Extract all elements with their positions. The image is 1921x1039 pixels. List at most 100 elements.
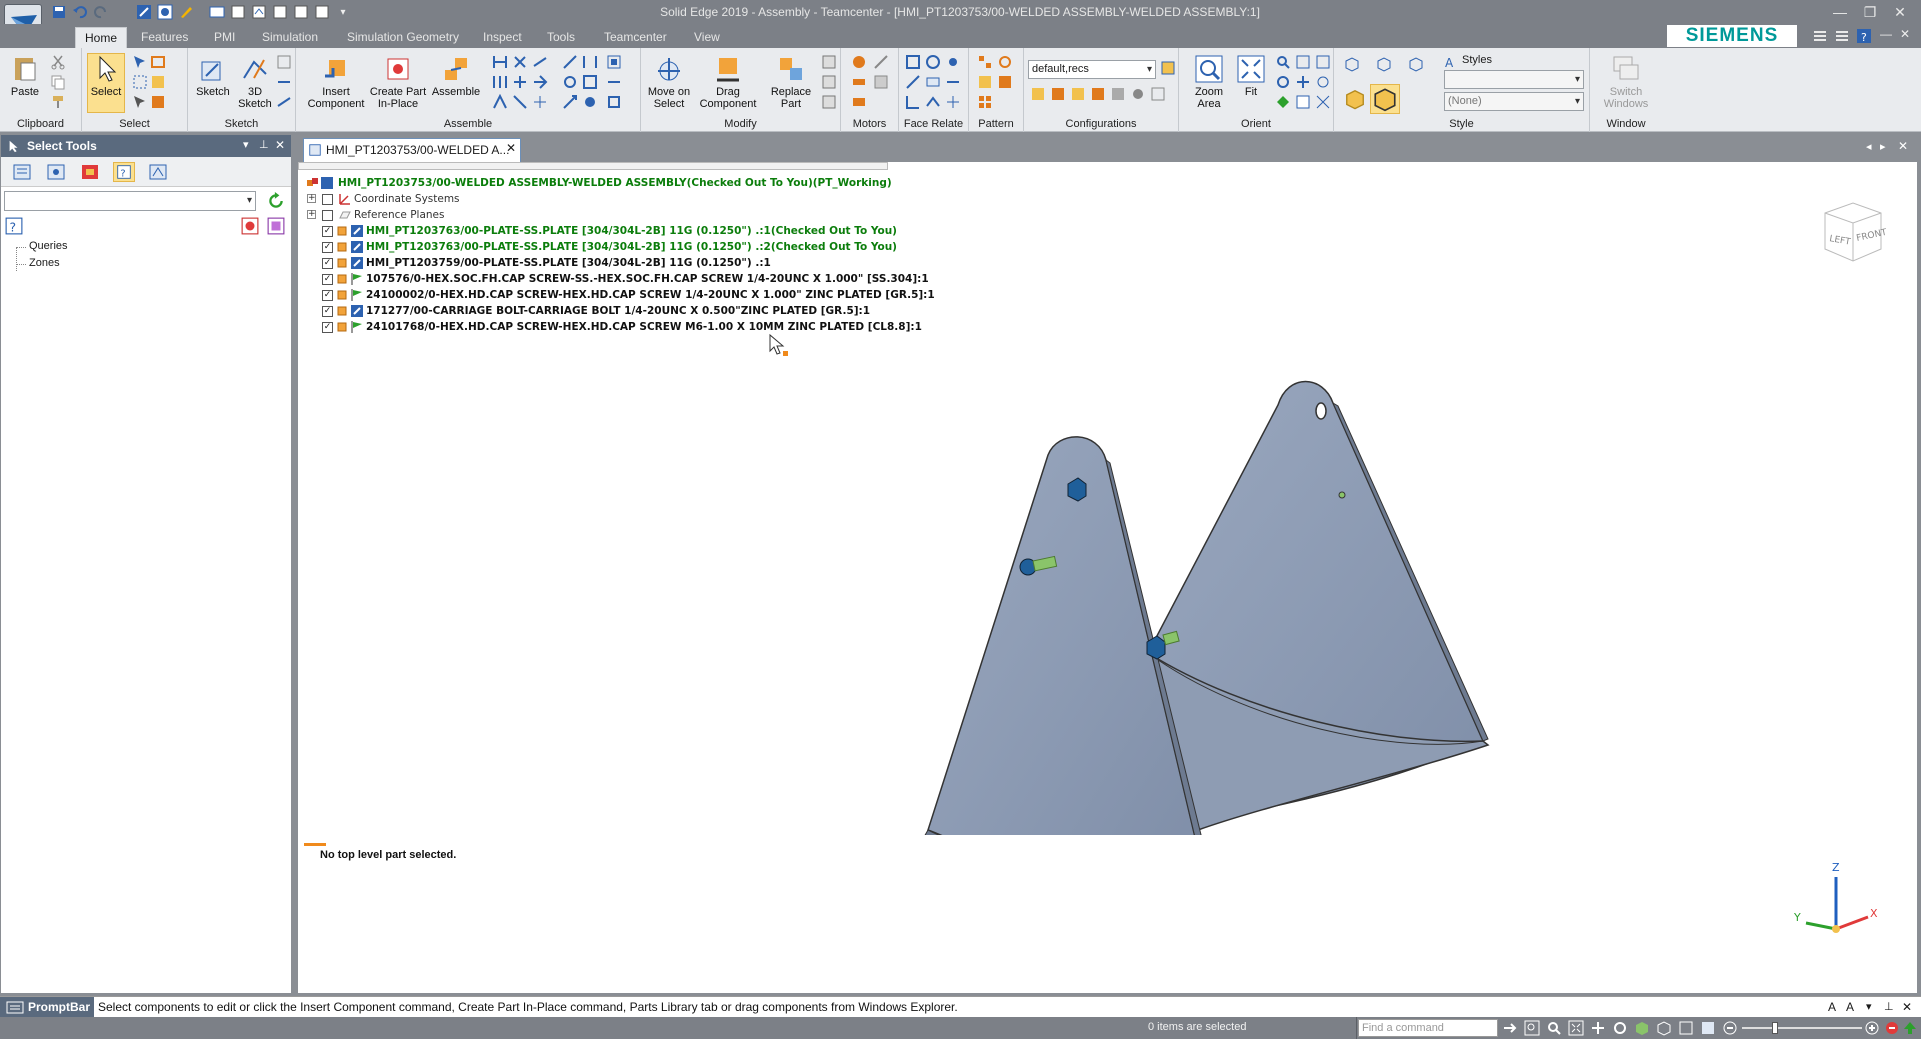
- find-command-input[interactable]: Find a command: [1358, 1019, 1498, 1037]
- help-icon[interactable]: ?: [1856, 28, 1872, 44]
- tab-view[interactable]: View: [685, 27, 729, 48]
- relationship-icon[interactable]: [582, 94, 598, 110]
- panel-menu-icon[interactable]: ▾: [243, 138, 249, 151]
- drag-component-button[interactable]: Drag Component: [695, 54, 761, 110]
- select-tool-icon[interactable]: [132, 74, 148, 90]
- relationship-icon[interactable]: [562, 54, 578, 70]
- relationship-icon[interactable]: [606, 54, 622, 70]
- visibility-checkbox[interactable]: ✓: [322, 226, 333, 237]
- font-size-icon[interactable]: A: [1846, 1000, 1854, 1014]
- pan-icon[interactable]: [1295, 74, 1311, 90]
- qat-tool-icon[interactable]: [208, 3, 226, 21]
- tab-pmi[interactable]: PMI: [205, 27, 244, 48]
- view-icon[interactable]: [1656, 1020, 1672, 1036]
- zoom-in-icon[interactable]: [1864, 1020, 1880, 1036]
- face-relate-icon[interactable]: [905, 54, 921, 70]
- prompt-menu-icon[interactable]: ▾: [1866, 1000, 1872, 1013]
- assemble-button[interactable]: Assemble: [428, 54, 484, 98]
- face-relate-icon[interactable]: [925, 74, 941, 90]
- relationship-icon[interactable]: [532, 54, 548, 70]
- sketch-tool-icon[interactable]: [276, 94, 292, 110]
- stop-icon[interactable]: [1884, 1020, 1900, 1036]
- qat-tool-icon[interactable]: [229, 3, 247, 21]
- relationship-icon[interactable]: [492, 74, 508, 90]
- tree-root[interactable]: HMI_PT1203753/00-WELDED ASSEMBLY-WELDED …: [307, 175, 1208, 191]
- relationship-icon[interactable]: [512, 54, 528, 70]
- expand-icon[interactable]: +: [307, 210, 316, 219]
- pattern-icon[interactable]: [997, 54, 1013, 70]
- visibility-checkbox[interactable]: ✓: [322, 242, 333, 253]
- view-icon[interactable]: [1678, 1020, 1694, 1036]
- relationship-icon[interactable]: [492, 94, 508, 110]
- face-relate-icon[interactable]: [945, 54, 961, 70]
- view-icon[interactable]: [1315, 94, 1331, 110]
- face-relate-icon[interactable]: [925, 94, 941, 110]
- switch-windows-button[interactable]: Switch Windows: [1600, 54, 1652, 110]
- save-icon[interactable]: [50, 3, 68, 21]
- relationship-icon[interactable]: [606, 74, 622, 90]
- view-cube-style-icon[interactable]: [1344, 56, 1360, 72]
- view-icon[interactable]: [1700, 1020, 1716, 1036]
- tab-home[interactable]: Home: [75, 27, 128, 48]
- ribbon-minimize-icon[interactable]: —: [1880, 27, 1892, 41]
- relationship-icon[interactable]: [582, 54, 598, 70]
- shaded-with-edges-toggle[interactable]: [1370, 84, 1400, 114]
- tree-item-part[interactable]: ✓ HMI_PT1203763/00-PLATE-SS.PLATE [304/3…: [308, 223, 1208, 239]
- format-painter-icon[interactable]: [50, 94, 66, 110]
- pathfinder-tab-icon[interactable]: [11, 162, 33, 182]
- move-on-select-button[interactable]: Move on Select: [643, 54, 695, 110]
- relationship-icon[interactable]: [606, 94, 622, 110]
- configuration-select[interactable]: default,recs: [1028, 60, 1156, 79]
- spin-icon[interactable]: [1315, 74, 1331, 90]
- relationship-icon[interactable]: [492, 54, 508, 70]
- face-relate-icon[interactable]: [925, 54, 941, 70]
- relationship-icon[interactable]: [512, 74, 528, 90]
- select-tool-icon[interactable]: [132, 94, 148, 110]
- pathfinder-splitter[interactable]: [298, 162, 888, 170]
- document-close-icon[interactable]: ✕: [1898, 139, 1908, 153]
- tree-item-queries[interactable]: Queries: [29, 240, 68, 252]
- undo-icon[interactable]: [71, 3, 89, 21]
- document-tab-close-icon[interactable]: ✕: [506, 141, 516, 155]
- view-icon[interactable]: [1295, 94, 1311, 110]
- tab-scroll-right-icon[interactable]: ▸: [1880, 140, 1886, 153]
- tab-inspect[interactable]: Inspect: [474, 27, 531, 48]
- layers-tab-icon[interactable]: [79, 162, 101, 182]
- visibility-checkbox[interactable]: ✓: [322, 322, 333, 333]
- face-relate-icon[interactable]: [905, 94, 921, 110]
- library-tab-icon[interactable]: [147, 162, 169, 182]
- shaded-icon[interactable]: [1344, 88, 1366, 110]
- options-icon[interactable]: [1834, 28, 1850, 44]
- qat-tool-icon[interactable]: [271, 3, 289, 21]
- view-cube-style-icon[interactable]: [1376, 56, 1392, 72]
- pan-icon[interactable]: [1590, 1020, 1606, 1036]
- face-relate-icon[interactable]: [945, 74, 961, 90]
- view-icon[interactable]: [1315, 54, 1331, 70]
- layout-icon[interactable]: [1812, 28, 1828, 44]
- insert-component-button[interactable]: Insert Component: [304, 54, 368, 110]
- prompt-pin-icon[interactable]: ⊥: [1884, 1000, 1894, 1013]
- motor-icon[interactable]: [873, 74, 889, 90]
- pattern-icon[interactable]: [977, 94, 993, 110]
- zoom-slider-track[interactable]: [1742, 1027, 1862, 1029]
- expand-icon[interactable]: +: [307, 194, 316, 203]
- ribbon-close-icon[interactable]: ✕: [1900, 27, 1910, 41]
- qat-tool-icon[interactable]: [156, 3, 174, 21]
- visibility-checkbox[interactable]: [322, 210, 333, 221]
- replace-part-button[interactable]: Replace Part: [763, 54, 819, 110]
- configuration-tool-icon[interactable]: [1150, 86, 1166, 102]
- relationship-icon[interactable]: [512, 94, 528, 110]
- view-icon[interactable]: [1275, 94, 1291, 110]
- configuration-tool-icon[interactable]: [1090, 86, 1106, 102]
- relationship-icon[interactable]: [532, 94, 548, 110]
- select-tool-icon[interactable]: [150, 94, 166, 110]
- tab-features[interactable]: Features: [132, 27, 197, 48]
- qat-tool-icon[interactable]: [250, 3, 268, 21]
- view-cube[interactable]: LEFT FRONT: [1817, 195, 1889, 267]
- motor-icon[interactable]: [851, 94, 867, 110]
- sketch-tool-icon[interactable]: [276, 74, 292, 90]
- rotate-icon[interactable]: [1275, 74, 1291, 90]
- select-tool-icon[interactable]: [132, 54, 148, 70]
- visibility-checkbox[interactable]: [322, 194, 333, 205]
- zoom-area-button[interactable]: Zoom Area: [1189, 54, 1229, 110]
